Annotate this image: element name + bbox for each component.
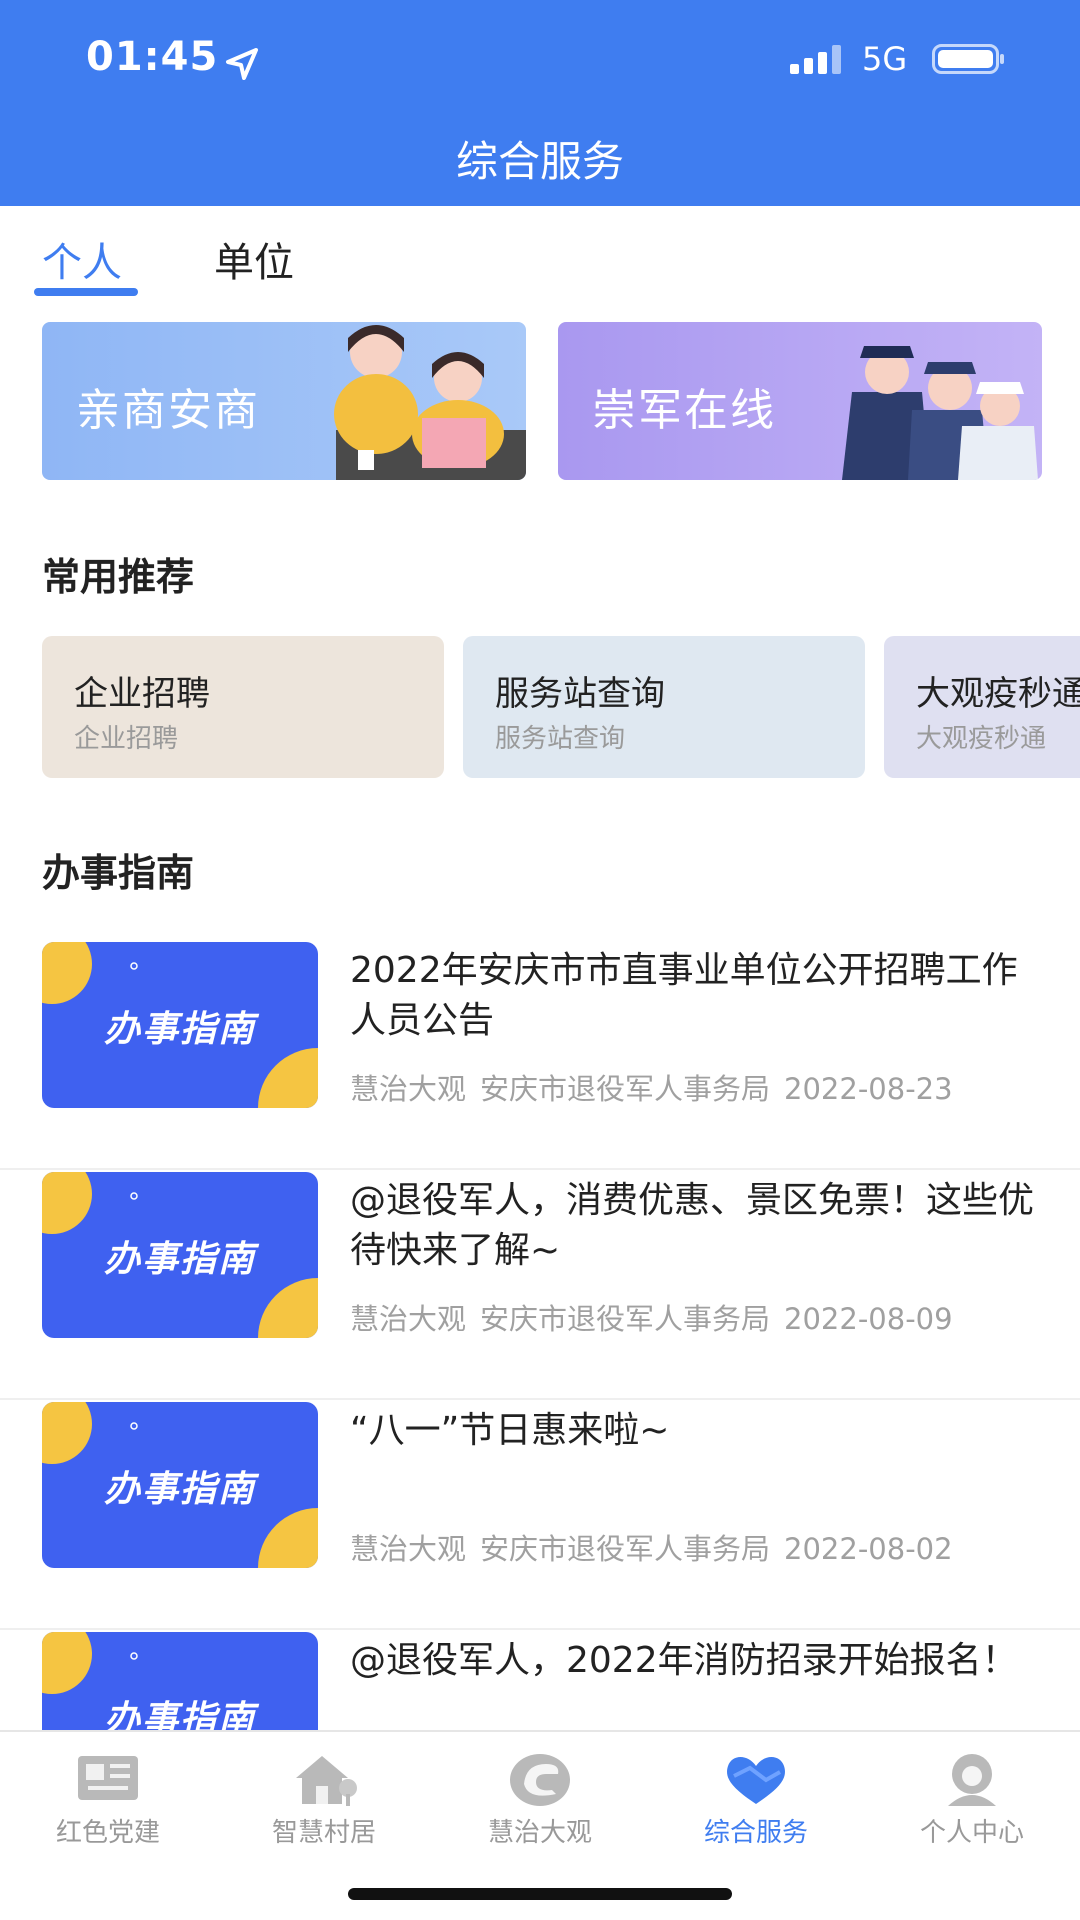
guide-item-date: 2022-08-09 [784,1302,953,1336]
banner-business-label: 亲商安商 [76,385,260,436]
tabbar-item-village[interactable]: 智慧村居 [216,1742,432,1852]
guide-thumbnail-label: 办事指南 [103,1009,256,1050]
recommend-card-title: 企业招聘 [74,674,210,714]
tabbar-item-governance[interactable]: 慧治大观 [432,1742,648,1852]
status-time: 01:45 [86,34,219,80]
recommend-card-subtitle: 大观疫秒通 [916,724,1047,754]
guide-item-title: 2022年安庆市市直事业单位公开招聘工作人员公告 [350,950,1018,1041]
guide-item-title: “八一”节日惠来啦~ [350,1410,670,1451]
banner-military-label: 崇军在线 [592,385,776,436]
app-header: 01:45 5G 综合服务 [0,0,1080,206]
guide-item-meta: 慧治大观 安庆市退役军人事务局 2022-08-09 [350,1296,967,1338]
guide-section-title: 办事指南 [42,851,195,895]
guide-thumbnail: 办事指南 [42,1172,318,1338]
recommend-card-station[interactable]: 服务站查询 服务站查询 [463,636,865,778]
signal-strength-icon [790,45,841,74]
segment-tabs: 个人 单位 [0,206,1080,302]
guide-item-meta: 慧治大观 安庆市退役军人事务局 2022-08-02 [350,1526,967,1568]
recommend-card-epidemic[interactable]: 大观疫秒通 大观疫秒通 [884,636,1080,778]
business-illustration-icon [334,325,526,480]
battery-icon [932,44,1004,74]
tab-organization[interactable]: 单位 [214,230,294,288]
governance-logo-icon [510,1754,570,1806]
tabbar-label: 个人中心 [919,1818,1024,1848]
guide-thumbnail: 办事指南 [42,1632,318,1730]
recommend-card-jobs[interactable]: 企业招聘 企业招聘 [42,636,444,778]
tab-personal[interactable]: 个人 [42,230,122,288]
guide-item-source: 慧治大观 [350,1302,467,1336]
guide-item-source: 慧治大观 [350,1072,467,1106]
tabbar-item-party[interactable]: 红色党建 [0,1742,216,1852]
recommend-card-subtitle: 服务站查询 [495,724,626,754]
page-title: 综合服务 [455,137,624,186]
recommend-card-title: 大观疫秒通 [916,674,1080,714]
guide-thumbnail-label: 办事指南 [103,1699,256,1730]
village-house-icon [296,1756,357,1806]
guide-item-dept: 安庆市退役军人事务局 [480,1532,771,1566]
guide-thumbnail: 办事指南 [42,1402,318,1568]
guide-item-date: 2022-08-23 [784,1072,953,1106]
tabbar-label: 红色党建 [55,1818,160,1848]
guide-thumbnail-label: 办事指南 [103,1239,256,1280]
guide-item-meta: 慧治大观 安庆市退役军人事务局 2022-08-23 [350,1066,967,1108]
banner-business[interactable]: 亲商安商 [42,322,526,480]
tabbar-label: 慧治大观 [487,1818,592,1848]
guide-item-dept: 安庆市退役军人事务局 [480,1302,771,1336]
banner-military[interactable]: 崇军在线 [558,322,1042,480]
guide-item-title: @退役军人，消费优惠、景区免票！这些优待快来了解~ [350,1180,1035,1271]
guide-list-item[interactable]: 办事指南 2022年安庆市市直事业单位公开招聘工作人员公告 慧治大观 安庆市退役军… [0,940,1080,1170]
guide-item-date: 2022-08-02 [784,1532,953,1566]
soldiers-illustration-icon [842,346,1038,480]
service-heart-icon [727,1757,785,1804]
recommend-card-title: 服务站查询 [495,674,665,714]
guide-item-title: @退役军人，2022年消防招录开始报名！ [350,1640,1018,1681]
guide-item-dept: 安庆市退役军人事务局 [480,1072,771,1106]
status-bar: 01:45 5G [0,0,1080,120]
guide-thumbnail: 办事指南 [42,942,318,1108]
guide-list: 办事指南 2022年安庆市市直事业单位公开招聘工作人员公告 慧治大观 安庆市退役军… [0,940,1080,1730]
network-type: 5G [862,40,908,78]
tabbar-label: 综合服务 [703,1818,808,1848]
tabbar-item-profile[interactable]: 个人中心 [864,1742,1080,1852]
user-center-icon [948,1754,996,1806]
location-arrow-icon [226,48,258,80]
guide-thumbnail-label: 办事指南 [103,1469,256,1510]
home-indicator[interactable] [348,1888,732,1900]
recommend-section-title: 常用推荐 [42,555,195,599]
party-building-icon [78,1756,138,1800]
guide-list-item[interactable]: 办事指南 @退役军人，消费优惠、景区免票！这些优待快来了解~ 慧治大观 安庆市退役… [0,1170,1080,1400]
tabbar-item-service[interactable]: 综合服务 [648,1742,864,1852]
guide-list-item[interactable]: 办事指南 “八一”节日惠来啦~ 慧治大观 安庆市退役军人事务局 2022-08-02 [0,1400,1080,1630]
guide-item-source: 慧治大观 [350,1532,467,1566]
tabbar-label: 智慧村居 [271,1818,376,1848]
guide-list-item[interactable]: 办事指南 @退役军人，2022年消防招录开始报名！ [0,1630,1080,1730]
active-tab-indicator [34,288,138,296]
recommend-card-subtitle: 企业招聘 [74,724,179,754]
